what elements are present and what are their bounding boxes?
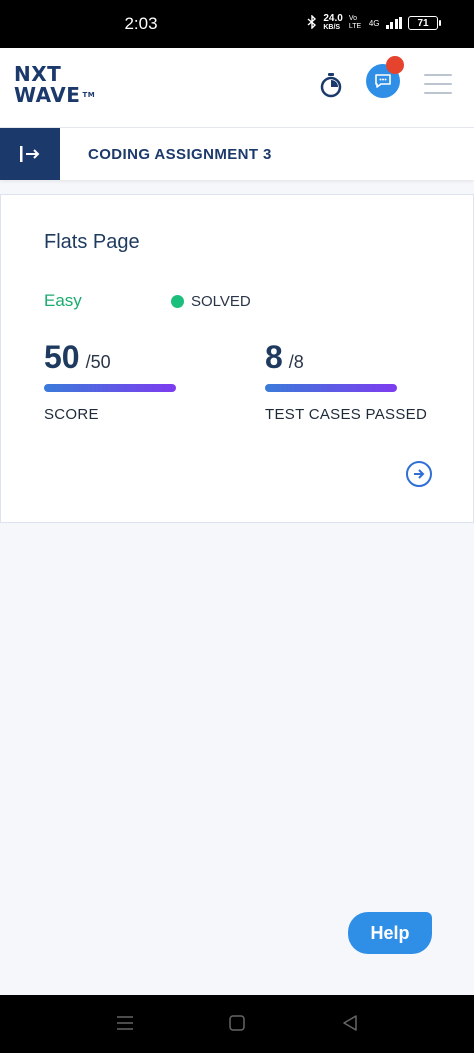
assignment-header: CODING ASSIGNMENT 3 (0, 128, 474, 180)
system-nav-bar (0, 995, 474, 1053)
test-cases-label: TEST CASES PASSED (265, 406, 428, 423)
network-type: 4G (368, 18, 380, 28)
volte-indicator: Vo LTE (348, 15, 362, 30)
notification-dot (386, 56, 404, 74)
score-label: SCORE (44, 406, 99, 423)
back-icon[interactable] (342, 1015, 358, 1036)
recent-apps-icon[interactable] (116, 1015, 134, 1036)
status-icons: 24.0 KB/S Vo LTE 4G 71 (307, 13, 441, 32)
battery-icon: 71 (408, 16, 441, 30)
test-cases-value: 8 (265, 339, 283, 375)
bluetooth-icon (307, 13, 317, 32)
sidebar-toggle-button[interactable] (0, 128, 60, 180)
signal-icon (385, 17, 402, 29)
difficulty-label: Easy (44, 291, 82, 310)
test-cases-metric: 8/8 TEST CASES PASSED (265, 339, 427, 423)
test-cases-total: /8 (288, 352, 304, 372)
assignment-title: CODING ASSIGNMENT 3 (88, 146, 272, 163)
status-text: SOLVED (191, 293, 251, 310)
home-icon[interactable] (229, 1015, 245, 1036)
expand-arrow-icon (20, 146, 40, 162)
stopwatch-icon[interactable] (318, 72, 344, 98)
nxtwave-logo[interactable]: NXT WAVE TM (14, 64, 95, 106)
question-card[interactable]: Flats Page Easy SOLVED 50/50 SCORE 8/8 T… (0, 194, 474, 523)
help-button[interactable]: Help (348, 912, 432, 954)
hamburger-menu-icon[interactable] (424, 74, 452, 94)
net-speed: 24.0 KB/S (323, 13, 343, 32)
solved-dot-icon (171, 295, 184, 308)
status-badge: SOLVED (171, 293, 251, 310)
score-value: 50 (44, 339, 80, 375)
question-title: Flats Page (44, 231, 140, 253)
app-header: NXT WAVE TM (0, 48, 474, 128)
status-time: 2:03 (124, 14, 158, 33)
score-metric: 50/50 SCORE (44, 339, 176, 423)
battery-level: 71 (417, 17, 429, 29)
score-progress-bar (44, 384, 176, 392)
status-bar: 2:03 24.0 KB/S Vo LTE 4G 71 (0, 0, 474, 48)
score-total: /50 (85, 352, 111, 372)
arrow-right-icon[interactable] (406, 461, 432, 487)
test-cases-progress-bar (265, 384, 397, 392)
